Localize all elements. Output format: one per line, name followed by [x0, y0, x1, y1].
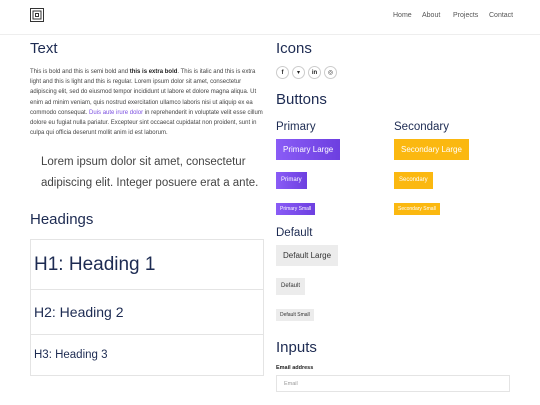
secondary-button[interactable]: Secondary	[394, 172, 433, 189]
linkedin-icon[interactable]: in	[308, 66, 321, 79]
primary-button[interactable]: Primary	[276, 172, 307, 189]
body-paragraph: This is bold and this is semi bold and t…	[30, 67, 264, 138]
email-field[interactable]: Email	[276, 375, 510, 392]
default-buttons-block: Default Default Large Default Default Sm…	[276, 227, 512, 329]
buttons-section-title: Buttons	[276, 91, 327, 108]
nav-projects-link[interactable]: Projects	[453, 12, 478, 19]
paragraph-text-1: This is bold and this is semi bold and	[30, 69, 130, 75]
facebook-icon[interactable]: f	[276, 66, 289, 79]
primary-subtitle: Primary	[276, 121, 316, 133]
secondary-large-button[interactable]: Secondary Large	[394, 139, 469, 160]
primary-buttons-column: Primary Primary Large Primary Primary Sm…	[276, 121, 394, 223]
right-column: Icons f ▾ in ◎ Buttons Primary Primary L…	[276, 40, 512, 392]
default-subtitle: Default	[276, 227, 313, 239]
paragraph-link[interactable]: Duis aute irure dolor	[89, 110, 143, 116]
email-label: Email address	[276, 365, 314, 371]
social-icons-row: f ▾ in ◎	[276, 66, 512, 79]
icons-section-title: Icons	[276, 40, 312, 57]
secondary-buttons-column: Secondary Secondary Large Secondary Seco…	[394, 121, 512, 223]
top-navbar: Home About Projects Contact	[0, 0, 540, 35]
nav-contact-link[interactable]: Contact	[489, 12, 513, 19]
left-column: Text This is bold and this is semi bold …	[30, 40, 264, 377]
heading-3-sample: H3: Heading 3	[31, 335, 263, 377]
inputs-section-title: Inputs	[276, 339, 317, 356]
headings-section-title: Headings	[30, 211, 94, 229]
heading-1-sample: H1: Heading 1	[31, 240, 263, 291]
nav-about-link[interactable]: About	[422, 12, 440, 19]
secondary-subtitle: Secondary	[394, 121, 449, 133]
primary-small-button[interactable]: Primary Small	[276, 203, 316, 215]
twitter-icon[interactable]: ▾	[292, 66, 305, 79]
primary-large-button[interactable]: Primary Large	[276, 139, 341, 160]
headings-box: H1: Heading 1 H2: Heading 2 H3: Heading …	[30, 239, 264, 377]
lead-paragraph: Lorem ipsum dolor sit amet, consectetur …	[41, 156, 259, 190]
heading-2-sample: H2: Heading 2	[31, 290, 263, 336]
default-button[interactable]: Default	[276, 278, 306, 295]
paragraph-bold-text: this is extra bold	[129, 69, 178, 75]
secondary-small-button[interactable]: Secondary Small	[394, 203, 440, 215]
default-small-button[interactable]: Default Small	[276, 309, 314, 321]
instagram-icon[interactable]: ◎	[324, 66, 337, 79]
default-large-button[interactable]: Default Large	[276, 245, 339, 266]
nav-home-link[interactable]: Home	[393, 12, 412, 19]
logo-icon[interactable]	[30, 8, 44, 22]
button-columns: Primary Primary Large Primary Primary Sm…	[276, 121, 512, 223]
paragraph-text-2: . This is italic and this is extra light…	[30, 69, 257, 116]
text-section-title: Text	[30, 40, 58, 57]
